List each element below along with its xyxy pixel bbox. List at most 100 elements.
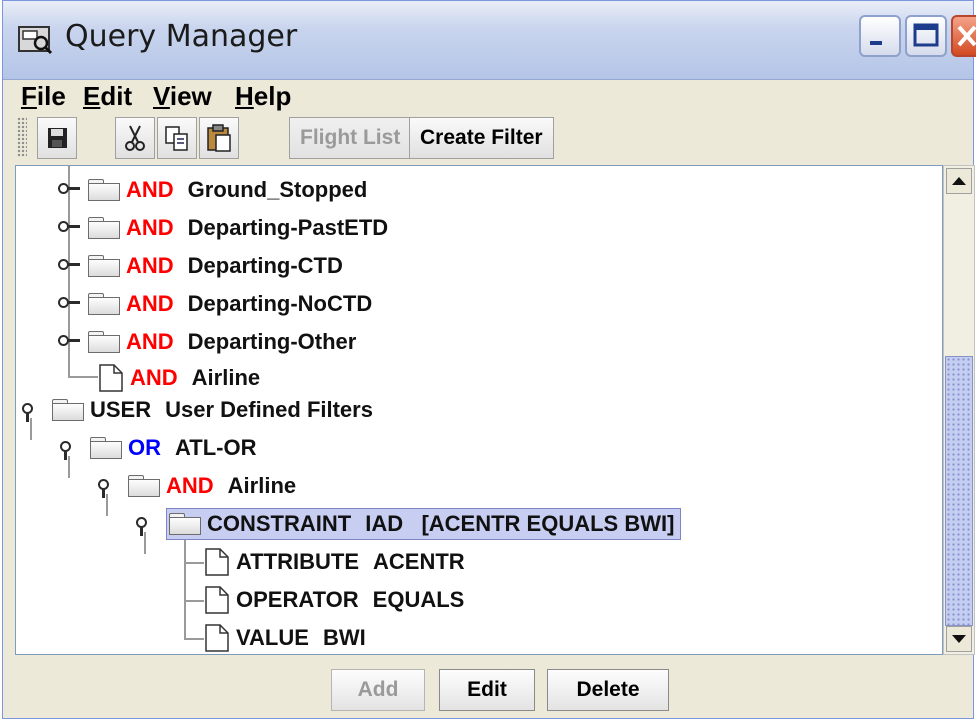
- node-label: Airline: [191, 365, 261, 390]
- button-bar: Add Edit Delete: [3, 657, 973, 719]
- tree-connector: [68, 376, 98, 378]
- toolbar: Flight List Create Filter: [3, 113, 973, 163]
- paste-button[interactable]: [199, 117, 239, 159]
- scroll-down-button[interactable]: [946, 626, 972, 652]
- close-button[interactable]: [951, 15, 976, 57]
- node-label: Departing-NoCTD: [187, 291, 373, 316]
- save-icon: [48, 128, 67, 148]
- tree-row-departing-ctd[interactable]: AND Departing-CTD: [58, 248, 343, 284]
- arrow-down-icon: [952, 635, 966, 643]
- tree-row-and-airline[interactable]: AND Airline: [98, 468, 296, 504]
- title-bar[interactable]: Query Manager: [3, 1, 976, 80]
- tree-connector: [184, 638, 204, 640]
- tree-row-departing-noctd[interactable]: AND Departing-NoCTD: [58, 286, 372, 322]
- node-keyword: AND: [126, 291, 174, 316]
- window-title: Query Manager: [65, 19, 298, 54]
- node-label: EQUALS: [372, 587, 465, 612]
- tree-row-airline-leaf[interactable]: AND Airline: [98, 360, 260, 396]
- query-manager-app-icon: [18, 26, 53, 55]
- minimize-button[interactable]: [859, 15, 901, 57]
- delete-button[interactable]: Delete: [547, 669, 669, 711]
- node-keyword: ATTRIBUTE: [236, 549, 360, 574]
- folder-icon: [88, 331, 120, 353]
- tree-row-constraint[interactable]: CONSTRAINT IAD [ACENTR EQUALS BWI]: [136, 506, 682, 542]
- node-label: Ground_Stopped: [187, 177, 368, 202]
- document-icon: [205, 548, 229, 576]
- node-label: BWI: [322, 625, 366, 650]
- tree-row-operator[interactable]: OPERATOR EQUALS: [204, 582, 464, 618]
- menu-view[interactable]: View: [153, 81, 212, 112]
- cut-icon: [125, 125, 145, 151]
- query-tree[interactable]: AND Ground_Stopped AND Departing-PastETD…: [15, 165, 943, 655]
- tree-connector: [184, 600, 204, 602]
- folder-icon: [169, 513, 201, 535]
- node-keyword: USER: [90, 397, 152, 422]
- copy-button[interactable]: [157, 117, 197, 159]
- tree-row-attribute[interactable]: ATTRIBUTE ACENTR: [204, 544, 465, 580]
- node-label: Airline: [227, 473, 297, 498]
- node-label: User Defined Filters: [165, 397, 373, 422]
- menu-bar: File Edit View Help: [3, 79, 973, 113]
- node-keyword: AND: [166, 473, 214, 498]
- cut-button[interactable]: [115, 117, 155, 159]
- node-keyword: VALUE: [236, 625, 309, 650]
- node-label: ATL-OR: [175, 435, 257, 460]
- document-icon: [99, 364, 123, 392]
- menu-help[interactable]: Help: [235, 81, 291, 112]
- close-icon: [957, 25, 976, 47]
- toolbar-grip[interactable]: [17, 117, 27, 157]
- tree-connector: [184, 562, 204, 564]
- collapse-handle-icon[interactable]: [98, 476, 120, 498]
- tree-row-departing-pastetd[interactable]: AND Departing-PastETD: [58, 210, 388, 246]
- add-button[interactable]: Add: [331, 669, 425, 711]
- query-manager-window: Query Manager File Edit View Help Flight…: [2, 0, 976, 719]
- copy-icon: [165, 126, 188, 151]
- node-label: Departing-Other: [187, 329, 357, 354]
- expand-handle-icon[interactable]: [58, 294, 80, 314]
- folder-icon: [128, 475, 160, 497]
- collapse-handle-icon[interactable]: [22, 400, 44, 422]
- save-button[interactable]: [37, 117, 77, 159]
- flight-list-button[interactable]: Flight List: [289, 117, 412, 159]
- minimize-icon: [870, 41, 882, 45]
- vertical-scrollbar[interactable]: [943, 165, 975, 655]
- node-keyword: AND: [130, 365, 178, 390]
- tree-row-ground-stopped[interactable]: AND Ground_Stopped: [58, 172, 367, 208]
- tree-row-user-defined-filters[interactable]: USER User Defined Filters: [22, 392, 373, 428]
- node-keyword: AND: [126, 329, 174, 354]
- node-label: Departing-CTD: [187, 253, 343, 278]
- node-keyword: CONSTRAINT: [207, 511, 352, 536]
- collapse-handle-icon[interactable]: [60, 438, 82, 460]
- tree-row-departing-other[interactable]: AND Departing-Other: [58, 324, 356, 360]
- node-keyword: AND: [126, 215, 174, 240]
- collapse-handle-icon[interactable]: [136, 514, 158, 536]
- create-filter-button[interactable]: Create Filter: [409, 117, 554, 159]
- expand-handle-icon[interactable]: [58, 256, 80, 276]
- document-icon: [205, 624, 229, 652]
- folder-icon: [88, 293, 120, 315]
- node-keyword: AND: [126, 177, 174, 202]
- scroll-thumb[interactable]: [945, 356, 973, 626]
- node-keyword: OR: [128, 435, 161, 460]
- tree-row-atl-or[interactable]: OR ATL-OR: [60, 430, 256, 466]
- paste-icon: [207, 124, 231, 152]
- menu-edit[interactable]: Edit: [83, 81, 132, 112]
- expand-handle-icon[interactable]: [58, 180, 80, 200]
- folder-icon: [88, 179, 120, 201]
- node-label: ACENTR: [373, 549, 465, 574]
- expand-handle-icon[interactable]: [58, 332, 80, 352]
- expand-handle-icon[interactable]: [58, 218, 80, 238]
- edit-button[interactable]: Edit: [439, 669, 535, 711]
- tree-row-value[interactable]: VALUE BWI: [204, 620, 366, 654]
- selected-node-highlight[interactable]: CONSTRAINT IAD [ACENTR EQUALS BWI]: [166, 508, 682, 540]
- folder-icon: [88, 217, 120, 239]
- menu-file[interactable]: File: [21, 81, 66, 112]
- maximize-button[interactable]: [905, 15, 947, 57]
- node-keyword: AND: [126, 253, 174, 278]
- scroll-up-button[interactable]: [946, 168, 972, 194]
- node-label: IAD [ACENTR EQUALS BWI]: [365, 511, 675, 536]
- tree-connector: [184, 540, 186, 640]
- folder-icon: [52, 399, 84, 421]
- maximize-icon: [913, 23, 939, 47]
- node-label: Departing-PastETD: [187, 215, 389, 240]
